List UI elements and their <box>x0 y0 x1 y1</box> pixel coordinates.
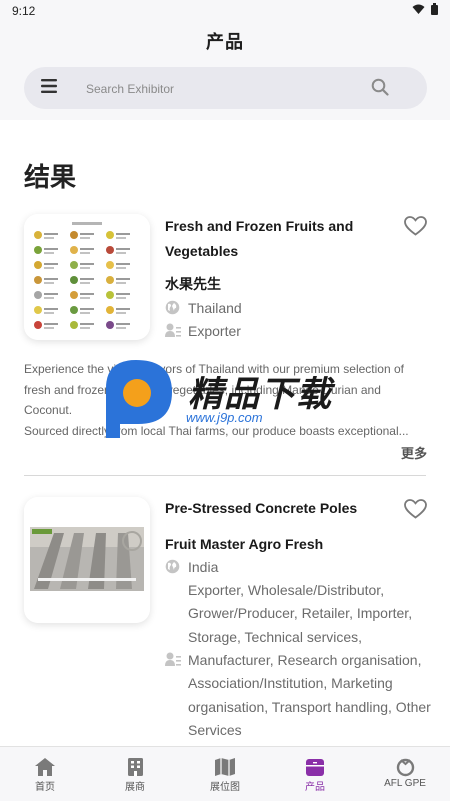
nav-label: 产品 <box>305 782 325 793</box>
wifi-icon <box>412 4 425 14</box>
page-title: 产品 <box>206 32 244 52</box>
nav-exhibitors[interactable]: 展商 <box>90 756 180 793</box>
country-text: India <box>188 559 219 575</box>
product-box-icon <box>306 758 324 776</box>
user-list-icon <box>165 652 181 666</box>
search-bar[interactable] <box>24 67 427 109</box>
nav-label: 首页 <box>35 782 55 793</box>
status-icons <box>412 3 438 15</box>
business-type-text: Exporter <box>188 323 241 339</box>
globe-icon <box>165 559 180 574</box>
results-heading: 结果 <box>24 162 77 192</box>
battery-icon <box>431 3 438 15</box>
business-type-text: Exporter, Wholesale/Distributor, Grower/… <box>188 582 413 645</box>
more-link[interactable]: 更多 <box>401 443 427 462</box>
nav-afl-gpe[interactable]: AFL GPE <box>360 756 450 789</box>
divider <box>24 475 426 476</box>
nav-home[interactable]: 首页 <box>0 756 90 793</box>
nav-label: 展位图 <box>210 782 240 793</box>
fruit-catalog-image <box>24 214 150 340</box>
header: 产品 <box>0 22 450 120</box>
heart-icon[interactable] <box>404 499 427 519</box>
building-icon <box>127 758 143 776</box>
product-thumbnail[interactable] <box>24 497 150 623</box>
search-input[interactable] <box>84 75 368 103</box>
watermark-url: www.j9p.com <box>186 410 263 425</box>
product-title[interactable]: Pre-Stressed Concrete Poles <box>165 496 395 521</box>
product-thumbnail[interactable] <box>24 214 150 340</box>
concrete-poles-image <box>24 497 150 623</box>
product-card[interactable]: Pre-Stressed Concrete Poles Fruit Master… <box>0 497 450 747</box>
nav-label: 展商 <box>125 782 145 793</box>
company-name[interactable]: 水果先生 <box>165 274 221 294</box>
map-icon <box>215 758 235 776</box>
heart-icon[interactable] <box>404 216 427 236</box>
home-icon <box>35 758 55 776</box>
activity-text: Manufacturer, Research organisation, Ass… <box>188 652 431 738</box>
nav-floor-plan[interactable]: 展位图 <box>180 756 270 793</box>
nav-products[interactable]: 产品 <box>270 756 360 793</box>
company-name[interactable]: Fruit Master Agro Fresh <box>165 536 323 552</box>
product-title[interactable]: Fresh and Frozen Fruits and Vegetables <box>165 214 385 264</box>
watermark-overlay: 精品下载 www.j9p.com <box>100 358 360 443</box>
search-icon[interactable] <box>371 78 389 96</box>
afl-logo-icon <box>396 758 414 776</box>
bottom-nav: 首页 展商 展位图 产品 AFL GPE <box>0 746 450 801</box>
country-text: Thailand <box>188 300 242 316</box>
menu-icon[interactable] <box>41 79 57 93</box>
nav-label: AFL GPE <box>384 778 426 789</box>
globe-icon <box>165 300 180 315</box>
status-time: 9:12 <box>12 4 36 18</box>
status-bar: 9:12 <box>0 0 450 22</box>
watermark-logo-icon <box>106 360 172 438</box>
user-list-icon <box>165 323 181 337</box>
